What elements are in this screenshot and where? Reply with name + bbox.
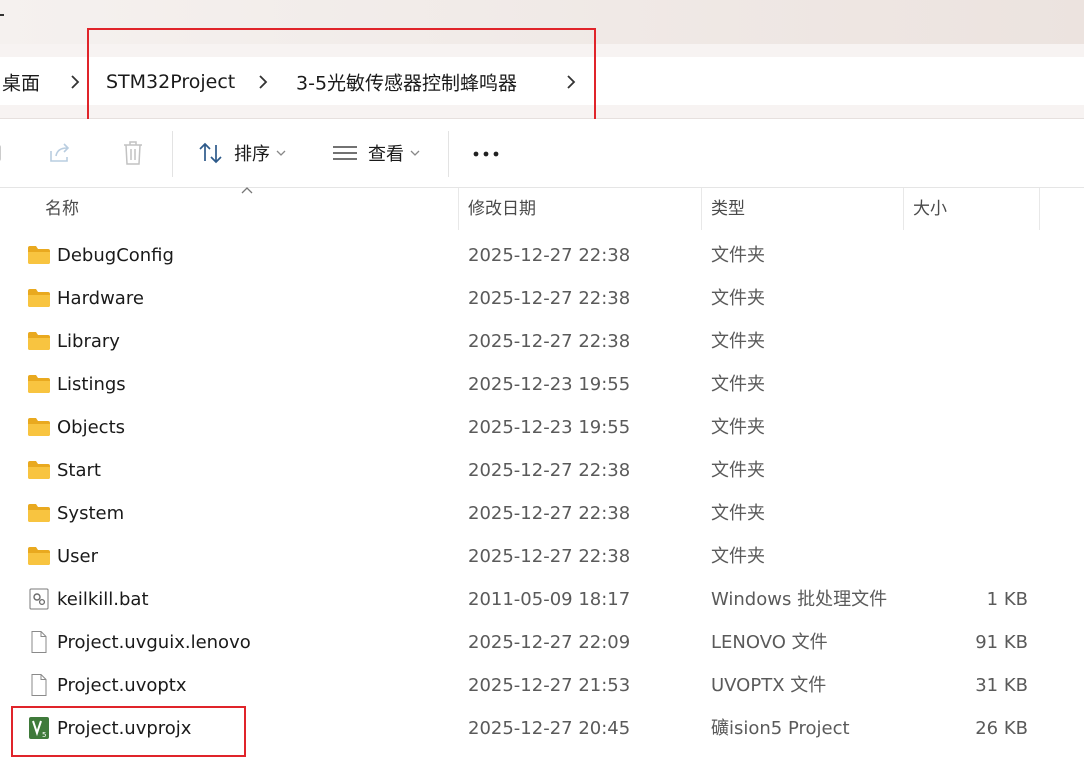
column-header-name[interactable]: 名称 (45, 188, 79, 230)
file-name: System (57, 503, 125, 524)
file-date: 2025-12-27 22:38 (468, 288, 631, 309)
file-type: 礦ision5 Project (711, 718, 850, 739)
delete-icon[interactable] (121, 140, 145, 166)
file-type: 文件夹 (711, 417, 765, 438)
file-type: LENOVO 文件 (711, 632, 828, 653)
svg-text:5: 5 (42, 731, 46, 739)
folder-icon (27, 244, 51, 266)
file-row[interactable]: Library 2025-12-27 22:38 文件夹 (0, 320, 1084, 363)
breadcrumb-stm32project[interactable]: STM32Project (106, 71, 235, 93)
file-date: 2011-05-09 18:17 (468, 589, 631, 610)
file-date: 2025-12-27 20:45 (468, 718, 631, 739)
file-name: User (57, 546, 99, 567)
file-date: 2025-12-27 22:38 (468, 245, 631, 266)
toolbar-divider (448, 131, 449, 177)
folder-icon (27, 373, 51, 395)
file-row[interactable]: 5 Project.uvprojx 2025-12-27 20:45 礦ision5 … (0, 707, 1084, 750)
sort-icon (199, 142, 222, 164)
column-header-date[interactable]: 修改日期 (468, 188, 536, 230)
column-divider[interactable] (458, 188, 459, 230)
view-label: 查看 (368, 144, 404, 165)
folder-icon (27, 459, 51, 481)
folder-icon (27, 545, 51, 567)
chevron-right-icon[interactable] (68, 73, 82, 91)
view-button[interactable]: 查看 (332, 135, 420, 171)
file-icon (27, 674, 51, 696)
view-icon (333, 146, 357, 160)
file-date: 2025-12-23 19:55 (468, 417, 631, 438)
file-name: Listings (57, 374, 126, 395)
file-type: 文件夹 (711, 460, 765, 481)
more-options-icon[interactable] (472, 151, 500, 157)
file-date: 2025-12-27 22:38 (468, 331, 631, 352)
partial-button-icon[interactable] (0, 143, 4, 163)
file-type: 文件夹 (711, 245, 765, 266)
file-name: Objects (57, 417, 126, 438)
chevron-right-icon[interactable] (256, 73, 270, 91)
file-name: DebugConfig (57, 245, 174, 266)
file-date: 2025-12-27 22:38 (468, 503, 631, 524)
folder-icon (27, 416, 51, 438)
file-size: 26 KB (975, 718, 1028, 739)
title-bar-mark (0, 14, 4, 16)
file-type: 文件夹 (711, 288, 765, 309)
folder-icon (27, 330, 51, 352)
file-name: Project.uvguix.lenovo (57, 632, 251, 653)
file-row[interactable]: Hardware 2025-12-27 22:38 文件夹 (0, 277, 1084, 320)
file-name: Project.uvprojx (57, 718, 192, 739)
file-size: 1 KB (986, 589, 1028, 610)
sort-ascending-icon (241, 187, 253, 194)
file-date: 2025-12-27 22:09 (468, 632, 631, 653)
chevron-down-icon (410, 150, 420, 156)
file-date: 2025-12-27 22:38 (468, 546, 631, 567)
file-type: 文件夹 (711, 546, 765, 567)
sort-button[interactable]: 排序 (198, 135, 286, 171)
column-divider[interactable] (1039, 188, 1040, 230)
file-name: Start (57, 460, 101, 481)
chevron-down-icon (276, 150, 286, 156)
file-row[interactable]: Project.uvoptx 2025-12-27 21:53 UVOPTX 文件 3… (0, 664, 1084, 707)
file-type: Windows 批处理文件 (711, 589, 888, 610)
file-date: 2025-12-27 22:38 (468, 460, 631, 481)
file-row[interactable]: Project.uvguix.lenovo 2025-12-27 22:09 LEN… (0, 621, 1084, 664)
file-type: UVOPTX 文件 (711, 675, 827, 696)
file-type: 文件夹 (711, 503, 765, 524)
file-name: keilkill.bat (57, 589, 149, 610)
file-row[interactable]: keilkill.bat 2011-05-09 18:17 Windows 批处理文… (0, 578, 1084, 621)
file-row[interactable]: Listings 2025-12-23 19:55 文件夹 (0, 363, 1084, 406)
column-header-type[interactable]: 类型 (711, 188, 745, 230)
file-type: 文件夹 (711, 374, 765, 395)
file-row[interactable]: DebugConfig 2025-12-27 22:38 文件夹 (0, 234, 1084, 277)
column-divider[interactable] (903, 188, 904, 230)
sort-label: 排序 (234, 144, 270, 165)
breadcrumb-current-folder[interactable]: 3-5光敏传感器控制蜂鸣器 (296, 69, 517, 96)
column-header-size[interactable]: 大小 (913, 188, 947, 230)
file-size: 31 KB (975, 675, 1028, 696)
keil-project-icon: 5 (27, 717, 51, 739)
file-name: Hardware (57, 288, 144, 309)
file-row[interactable]: Objects 2025-12-23 19:55 文件夹 (0, 406, 1084, 449)
share-icon[interactable] (48, 141, 74, 165)
toolbar-divider (172, 131, 173, 177)
file-date: 2025-12-23 19:55 (468, 374, 631, 395)
folder-icon (27, 287, 51, 309)
file-type: 文件夹 (711, 331, 765, 352)
file-date: 2025-12-27 21:53 (468, 675, 631, 696)
file-icon (27, 631, 51, 653)
column-header-row: 名称 修改日期 类型 大小 (0, 187, 1084, 230)
column-divider[interactable] (701, 188, 702, 230)
folder-icon (27, 502, 51, 524)
file-name: Library (57, 331, 120, 352)
file-size: 91 KB (975, 632, 1028, 653)
title-bar (0, 0, 1084, 44)
breadcrumb-desktop[interactable]: 桌面 (2, 69, 40, 96)
file-row[interactable]: Start 2025-12-27 22:38 文件夹 (0, 449, 1084, 492)
file-row[interactable]: System 2025-12-27 22:38 文件夹 (0, 492, 1084, 535)
file-name: Project.uvoptx (57, 675, 187, 696)
command-bar: 排序 查看 (0, 119, 1084, 188)
chevron-right-icon[interactable] (564, 73, 578, 91)
file-row[interactable]: User 2025-12-27 22:38 文件夹 (0, 535, 1084, 578)
batch-file-icon (27, 588, 51, 610)
